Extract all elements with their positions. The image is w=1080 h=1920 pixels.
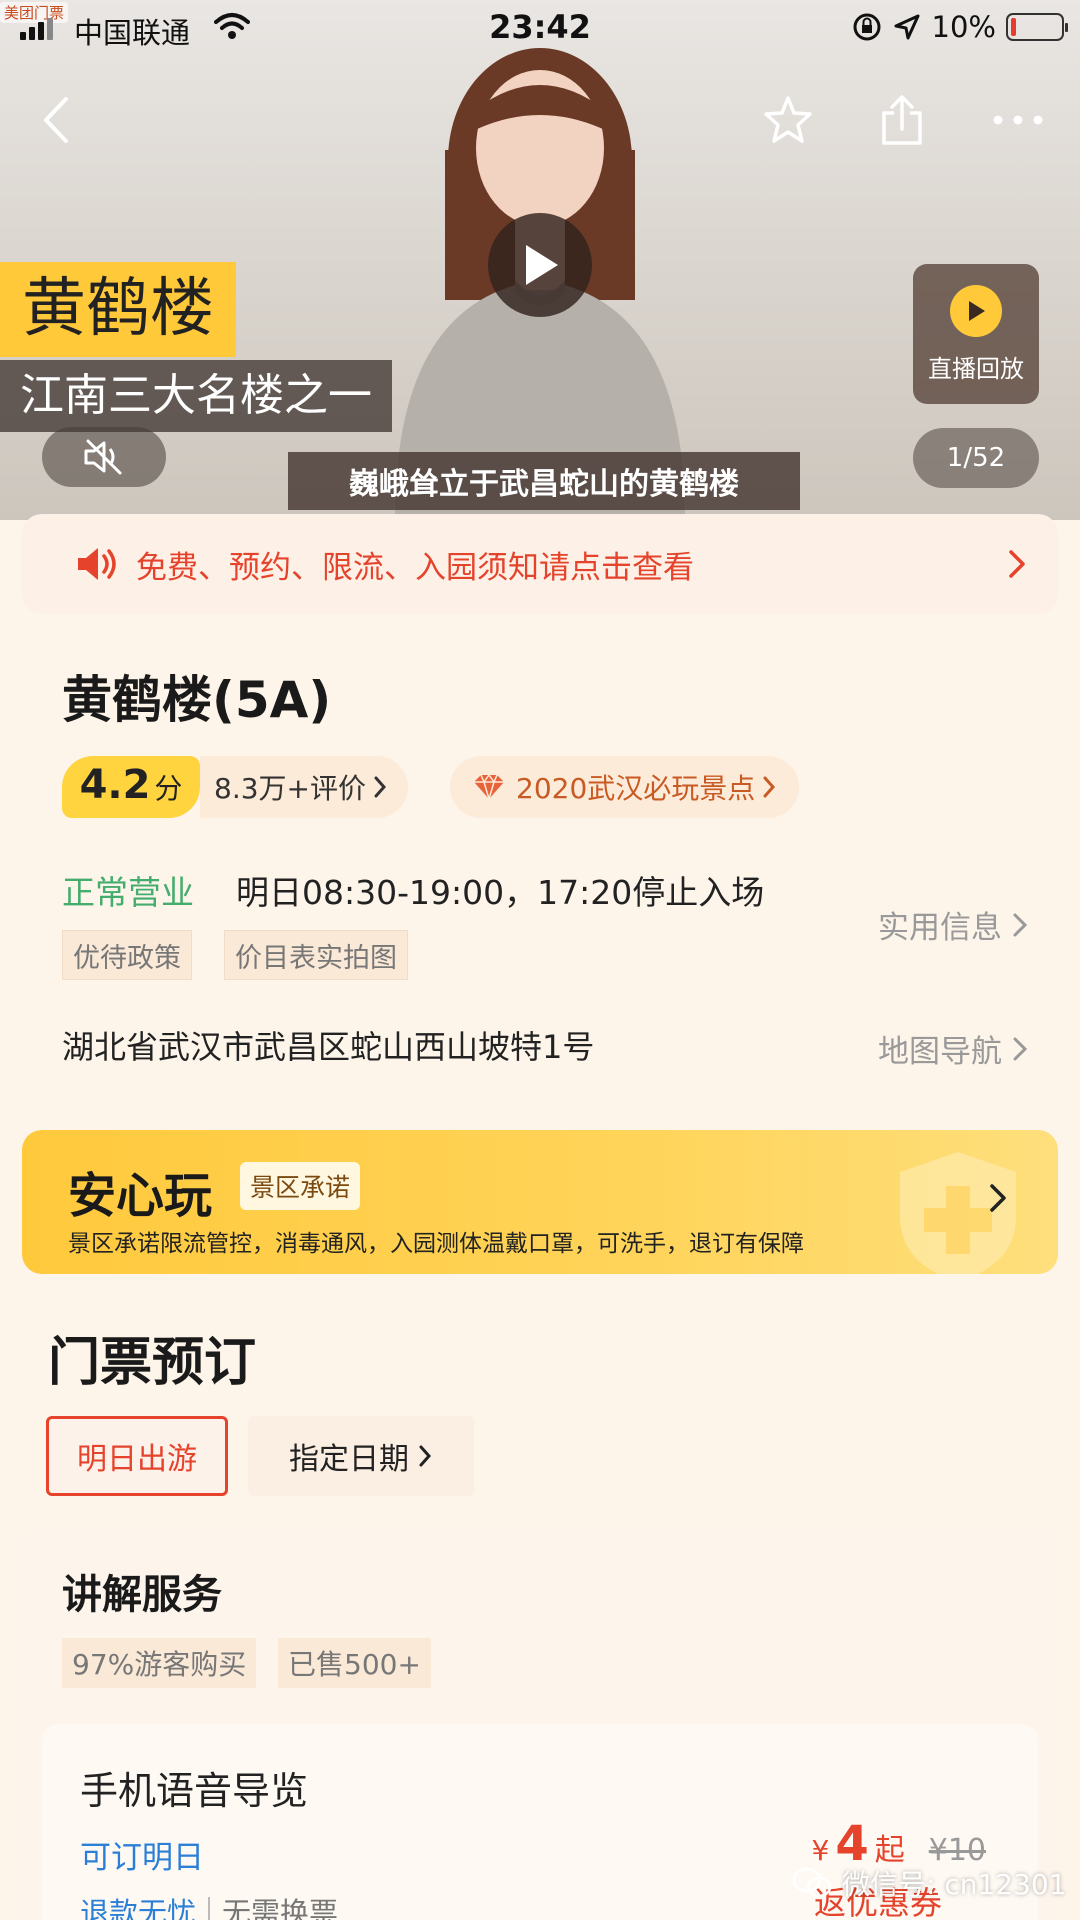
chevron-right-icon (1013, 1037, 1028, 1060)
chevron-right-icon (990, 1184, 1006, 1212)
practical-info-label: 实用信息 (878, 910, 1002, 946)
battery-level (1011, 18, 1016, 36)
chevron-right-icon (1013, 913, 1028, 936)
notice-bar[interactable]: 免费、预约、限流、入园须知请点击查看 (22, 514, 1058, 614)
score-badge: 4.2 分 (62, 756, 200, 818)
safe-title: 安心玩 (68, 1168, 213, 1224)
replay-label: 直播回放 (928, 354, 1024, 383)
score-unit: 分 (154, 772, 183, 805)
sold-count-tag: 已售500+ (278, 1638, 431, 1688)
video-caption: 巍峨耸立于武昌蛇山的黄鹤楼 (288, 452, 800, 510)
date-pick-label: 指定日期 (289, 1442, 409, 1477)
date-tomorrow-button[interactable]: 明日出游 (46, 1416, 228, 1496)
service-title: 讲解服务 (62, 1572, 222, 1618)
more-button[interactable] (988, 90, 1048, 150)
map-navigation-label: 地图导航 (878, 1034, 1002, 1070)
mute-icon (84, 439, 122, 475)
safe-play-card[interactable]: 安心玩 景区承诺 景区承诺限流管控，消毒通风，入园测体温戴口罩，可洗手，退订有保… (22, 1130, 1058, 1274)
watermark-text: 微信号: cn12301 (842, 1868, 1067, 1901)
honor-text: 2020武汉必玩景点 (516, 772, 756, 805)
back-button[interactable] (26, 90, 86, 150)
product-features: 退款无忧 无需换票 (80, 1890, 338, 1920)
mute-button[interactable] (42, 427, 166, 487)
chevron-right-icon (374, 776, 387, 798)
refund-feature: 退款无忧 (80, 1896, 197, 1920)
more-icon (993, 115, 1043, 125)
share-button[interactable] (872, 90, 932, 150)
chevron-right-icon (1009, 550, 1025, 578)
poi-title: 黄鹤楼(5A) (62, 671, 332, 729)
speaker-icon (78, 548, 116, 580)
play-icon (950, 284, 1002, 337)
play-icon (526, 245, 558, 285)
location-icon (894, 14, 920, 40)
reviews-link[interactable]: 8.3万+评价 (200, 756, 408, 818)
reviews-count: 8.3万+评价 (214, 772, 366, 805)
hero-title: 黄鹤楼 (0, 262, 236, 357)
divider (208, 1897, 211, 1920)
tag-discount-policy[interactable]: 优待政策 (62, 930, 192, 980)
chevron-right-icon (419, 1445, 432, 1467)
safe-description: 景区承诺限流管控，消毒通风，入园测体温戴口罩，可洗手，退订有保障 (68, 1231, 804, 1257)
play-button[interactable] (488, 213, 592, 317)
safe-badge: 景区承诺 (240, 1162, 361, 1210)
rotation-lock-icon (853, 13, 881, 41)
wechat-icon (792, 1867, 832, 1898)
favorite-button[interactable] (758, 90, 818, 150)
opening-hours: 明日08:30-19:00，17:20停止入场 (236, 873, 765, 912)
date-pick-button[interactable]: 指定日期 (248, 1416, 474, 1496)
chevron-right-icon (763, 776, 776, 798)
tickets-section-title: 门票预订 (48, 1332, 257, 1393)
tag-price-photo[interactable]: 价目表实拍图 (224, 930, 408, 980)
media-counter[interactable]: 1/52 (913, 428, 1039, 488)
star-icon (764, 96, 812, 143)
watermark: 微信号: cn12301 (792, 1858, 1067, 1908)
notice-text: 免费、预约、限流、入园须知请点击查看 (136, 549, 694, 586)
back-arrow-icon (44, 97, 68, 143)
purchase-rate-tag: 97%游客购买 (62, 1638, 257, 1688)
battery-percent: 10% (931, 10, 996, 44)
video-hero[interactable]: 美团门票 中国联通 23:42 10% 黄鹤楼 江南三大名楼之一 巍峨耸立于武昌… (0, 0, 1080, 520)
status-bar: 美团门票 中国联通 23:42 10% (0, 0, 1080, 56)
open-status: 正常营业 (62, 873, 194, 912)
product-name: 手机语音导览 (80, 1769, 309, 1813)
battery-icon (1006, 13, 1068, 41)
hero-subtitle: 江南三大名楼之一 (0, 360, 392, 432)
product-booking: 可订明日 (80, 1840, 204, 1876)
share-icon (882, 95, 922, 145)
score-value: 4.2 (79, 762, 151, 808)
practical-info-link[interactable]: 实用信息 (878, 902, 1028, 947)
honor-link[interactable]: 2020武汉必玩景点 (450, 756, 800, 818)
map-navigation-link[interactable]: 地图导航 (878, 1026, 1028, 1071)
address: 湖北省武汉市武昌区蛇山西山坡特1号 (62, 1028, 595, 1066)
live-replay-button[interactable]: 直播回放 (913, 264, 1039, 404)
no-exchange-feature: 无需换票 (222, 1896, 339, 1920)
diamond-icon (474, 773, 504, 801)
status-right: 10% (852, 10, 1068, 44)
